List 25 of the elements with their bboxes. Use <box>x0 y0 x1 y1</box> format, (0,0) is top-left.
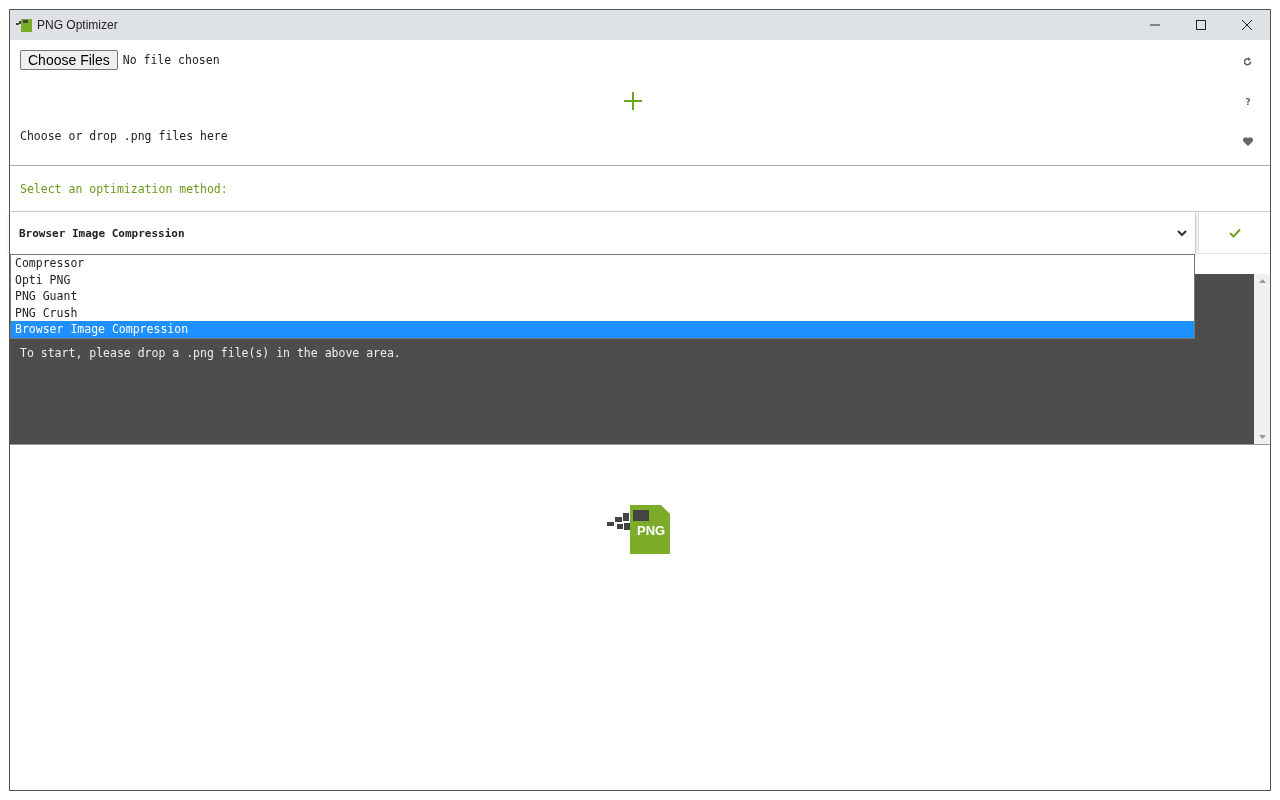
choose-files-button[interactable]: Choose Files <box>20 50 118 70</box>
logo-drawing <box>607 505 671 555</box>
option-item[interactable]: Opti PNG <box>11 271 1194 289</box>
log-text: To start, please drop a .png file(s) in the above area. <box>20 346 401 360</box>
scroll-down-icon[interactable] <box>1258 435 1266 439</box>
chevron-icon <box>1177 229 1187 237</box>
logo-text: PNG <box>637 524 666 538</box>
option-item[interactable]: PNG Crush <box>11 304 1194 322</box>
scrollbar[interactable] <box>1254 274 1270 444</box>
method-label: Select an optimization method: <box>20 181 228 196</box>
window-title: PNG Optimizer <box>37 18 118 32</box>
drop-hint: Choose or drop .png files here <box>20 129 229 143</box>
add-icon[interactable] <box>624 92 642 110</box>
heart-icon[interactable] <box>1243 137 1253 146</box>
option-item[interactable]: Compressor <box>11 255 1194 272</box>
app-icon <box>16 18 32 32</box>
help-icon[interactable]: ? <box>1245 97 1251 107</box>
file-status: No file chosen <box>122 53 220 67</box>
refresh-icon[interactable] <box>1244 57 1252 67</box>
scroll-up-icon[interactable] <box>1258 279 1266 283</box>
check-icon <box>1228 227 1241 238</box>
close-icon <box>1241 19 1253 31</box>
option-item[interactable]: PNG Guant <box>11 288 1194 305</box>
confirm-button[interactable] <box>1198 212 1270 254</box>
maximize-icon <box>1195 19 1207 31</box>
